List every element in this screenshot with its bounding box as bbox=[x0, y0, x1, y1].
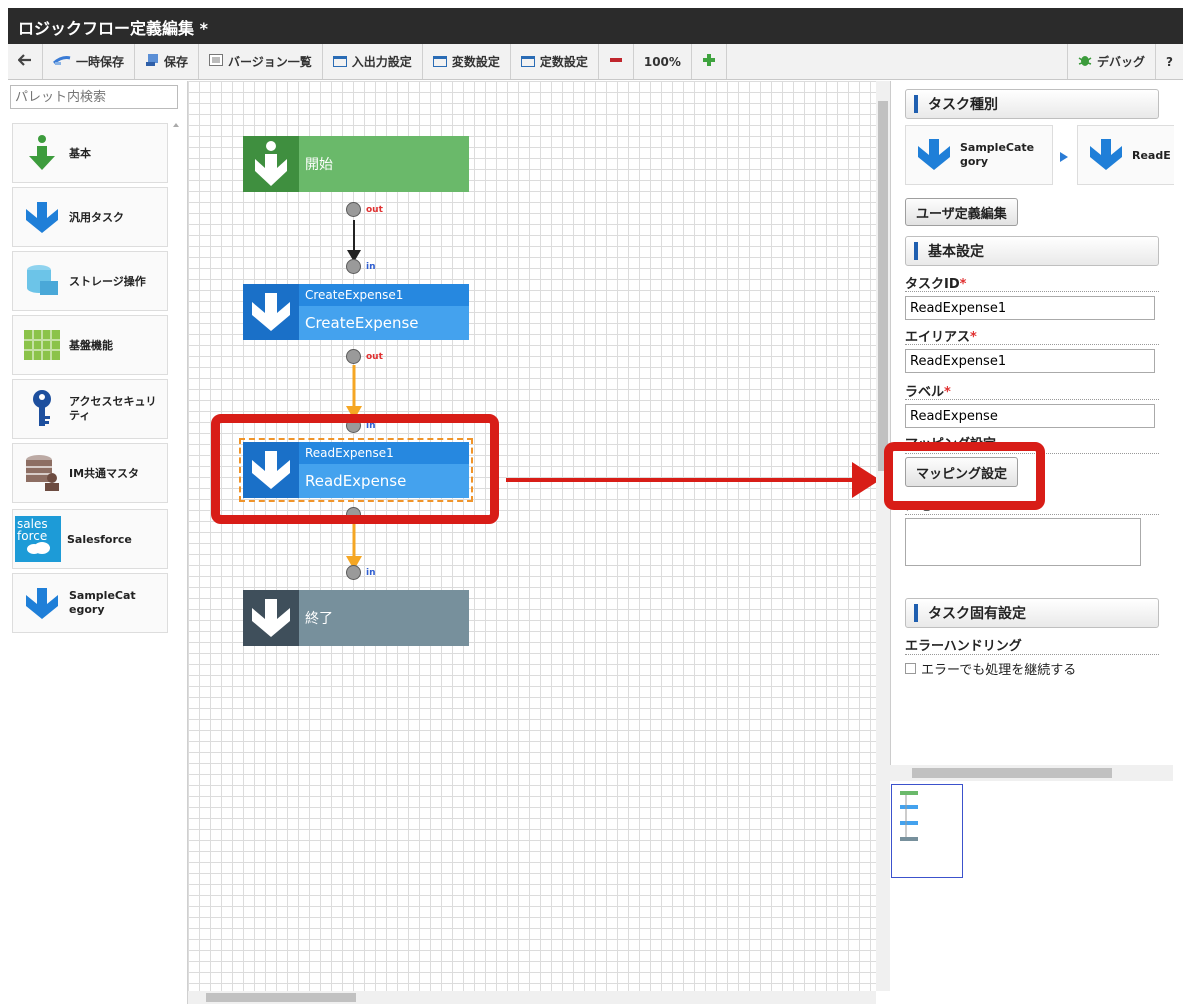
label-label: ラベル* bbox=[905, 381, 951, 400]
basic-settings-header: 基本設定 bbox=[905, 236, 1159, 266]
start-arrow-icon bbox=[243, 136, 299, 192]
end-node-label: 終了 bbox=[299, 590, 469, 646]
task-id-label: タスクID* bbox=[905, 273, 966, 292]
highlight-box-mapping bbox=[884, 442, 1045, 510]
properties-panel: タスク種別 SampleCategory ReadE ユーザ定義編集 基本設定 … bbox=[890, 81, 1183, 771]
divider bbox=[905, 344, 1159, 345]
continue-on-error-option[interactable]: エラーでも処理を継続する bbox=[905, 659, 1076, 678]
label-field[interactable] bbox=[905, 404, 1155, 428]
task-name-text: CreateExpense bbox=[305, 314, 419, 332]
task-arrow-icon bbox=[243, 284, 299, 340]
error-handling-label: エラーハンドリング bbox=[905, 639, 1022, 654]
create-in-port[interactable] bbox=[346, 259, 361, 274]
user-definition-button[interactable]: ユーザ定義編集 bbox=[905, 198, 1018, 226]
canvas-horizontal-scrollbar[interactable] bbox=[188, 991, 876, 1004]
required-mark: * bbox=[970, 330, 977, 345]
highlight-box-task bbox=[211, 414, 499, 524]
task-specific-header: タスク固有設定 bbox=[905, 598, 1159, 628]
task-id-field[interactable] bbox=[905, 296, 1155, 320]
task-type-card-label: ReadE bbox=[1132, 148, 1171, 162]
alias-label-text: エイリアス bbox=[905, 330, 971, 345]
minimap[interactable] bbox=[891, 784, 963, 878]
task-node-create-expense[interactable]: CreateExpense1 CreateExpense bbox=[243, 284, 469, 340]
divider bbox=[905, 291, 1159, 292]
continue-on-error-label: エラーでも処理を継続する bbox=[921, 663, 1077, 678]
section-title: タスク種別 bbox=[928, 97, 998, 113]
logic-flow-editor: ロジックフロー定義編集 * 一時保存 保存 バージョン一覧 入出力設定 変数設定… bbox=[0, 0, 1183, 1004]
divider bbox=[905, 514, 1159, 515]
minimap-preview bbox=[900, 791, 918, 841]
divider bbox=[905, 654, 1159, 655]
section-title: 基本設定 bbox=[928, 244, 984, 260]
panel-horizontal-scrollbar[interactable] bbox=[890, 765, 1173, 781]
start-out-port[interactable] bbox=[346, 202, 361, 217]
required-mark: * bbox=[959, 277, 967, 292]
scroll-thumb[interactable] bbox=[206, 993, 356, 1002]
generic-task-icon bbox=[1086, 137, 1126, 174]
continue-on-error-checkbox[interactable] bbox=[905, 663, 916, 674]
start-node[interactable]: 開始 bbox=[243, 136, 469, 192]
end-in-port[interactable] bbox=[346, 565, 361, 580]
section-title: タスク固有設定 bbox=[928, 606, 1026, 622]
port-label-out: out bbox=[366, 352, 383, 362]
task-type-header: タスク種別 bbox=[905, 89, 1159, 119]
end-node[interactable]: 終了 bbox=[243, 590, 469, 646]
breadcrumb-arrow-icon bbox=[1059, 151, 1069, 167]
section-bar bbox=[914, 242, 918, 260]
task-type-card-label: SampleCategory bbox=[960, 141, 1035, 168]
canvas-vertical-scrollbar[interactable] bbox=[876, 81, 890, 991]
port-label-in: in bbox=[366, 568, 376, 578]
alias-label: エイリアス* bbox=[905, 326, 977, 345]
section-bar bbox=[914, 604, 918, 622]
task-type-card-category[interactable]: SampleCategory bbox=[905, 125, 1053, 185]
port-label-in: in bbox=[366, 262, 376, 272]
divider bbox=[905, 399, 1159, 400]
port-label-out: out bbox=[366, 205, 383, 215]
task-id-label-text: タスクID bbox=[905, 277, 960, 292]
alias-field[interactable] bbox=[905, 349, 1155, 373]
section-bar bbox=[914, 95, 918, 113]
end-arrow-icon bbox=[243, 590, 299, 646]
memo-textarea[interactable] bbox=[905, 518, 1141, 566]
required-mark: * bbox=[944, 385, 951, 400]
task-node-body: CreateExpense1 CreateExpense bbox=[299, 284, 469, 340]
scroll-thumb[interactable] bbox=[912, 768, 1112, 778]
task-type-card-task[interactable]: ReadE bbox=[1077, 125, 1174, 185]
label-label-text: ラベル bbox=[905, 385, 945, 400]
create-out-port[interactable] bbox=[346, 349, 361, 364]
scroll-thumb[interactable] bbox=[878, 101, 888, 471]
task-id-text: CreateExpense1 bbox=[299, 284, 469, 306]
start-node-label: 開始 bbox=[299, 136, 469, 192]
sample-category-icon bbox=[914, 137, 954, 174]
